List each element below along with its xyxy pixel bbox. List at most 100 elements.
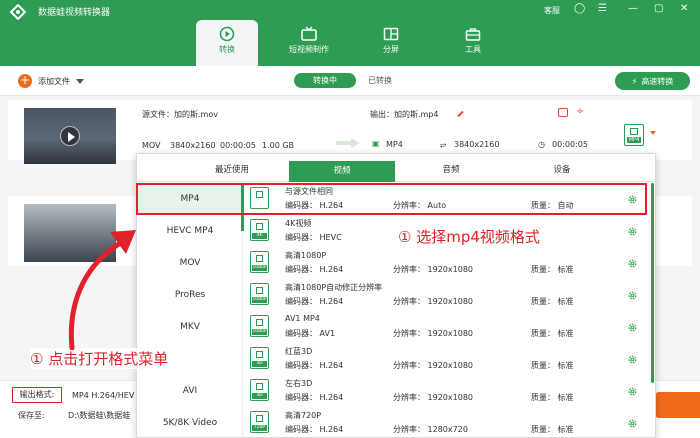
tab-video[interactable]: 视频 — [289, 161, 395, 182]
preset-name: 4K视频 — [285, 219, 312, 228]
edit-icon[interactable] — [457, 110, 464, 118]
output-format: MP4 — [386, 140, 403, 149]
preset-codec: 编码器： H.264 — [285, 265, 344, 274]
user-icon[interactable]: ◯ — [574, 3, 585, 14]
cut-icon[interactable]: ÷ — [576, 106, 584, 117]
output-resolution: 3840x2160 — [454, 140, 500, 149]
preset-name: 高清1080P — [285, 251, 327, 260]
gear-icon[interactable] — [627, 354, 638, 365]
tab-short-video[interactable]: 短视频制作 — [278, 20, 340, 66]
gear-icon[interactable] — [627, 322, 638, 333]
gear-icon[interactable] — [627, 418, 638, 429]
preset-resolution: 分辨率： 1920x1080 — [393, 361, 473, 370]
tab-recent[interactable]: 最近使用 — [177, 154, 287, 182]
preset-row[interactable]: 3D 红蓝3D 编码器： H.264 分辨率： 1920x1080 质量： 标准 — [247, 343, 651, 375]
save-to-label: 保存至: — [18, 411, 45, 420]
preset-format-icon: 3D — [250, 347, 269, 369]
preset-row[interactable]: 1080P 高清1080P自动修正分辨率 编码器： H.264 分辨率： 1920x1… — [247, 279, 651, 311]
tab-split-screen-label: 分屏 — [383, 45, 399, 54]
preset-codec: 编码器： H.264 — [285, 361, 344, 370]
preset-badge: 1080P — [252, 329, 267, 335]
lightning-icon: ⚡ — [631, 76, 638, 86]
video-thumbnail[interactable] — [24, 108, 116, 164]
preset-badge: 1080P — [252, 297, 267, 303]
annotation-arrow — [68, 230, 136, 350]
format-dropdown-icon[interactable] — [650, 131, 656, 135]
add-file-button[interactable]: + 添加文件 — [18, 74, 84, 88]
tab-split-screen[interactable]: 分屏 — [360, 20, 422, 66]
output-duration: 00:00:05 — [552, 140, 588, 149]
preset-scrollbar[interactable] — [651, 183, 654, 383]
tv-icon — [301, 26, 317, 41]
close-icon[interactable]: ✕ — [680, 3, 688, 14]
output-format-select[interactable]: MP4 H.264/HEV — [72, 391, 134, 400]
tab-tools[interactable]: 工具 — [442, 20, 504, 66]
tab-convert-label: 转换 — [219, 45, 235, 54]
toolbox-icon — [465, 28, 481, 41]
preset-resolution: 分辨率： 1920x1080 — [393, 393, 473, 402]
app-title: 数据蛙视频转换器 — [38, 8, 111, 18]
highlight-box — [136, 183, 647, 215]
source-resolution: 3840x2160 — [170, 141, 216, 150]
output-format-icon[interactable]: MP4 — [624, 124, 644, 146]
tab-converted[interactable]: 已转换 — [358, 73, 402, 88]
preset-format-icon: 1080P — [250, 283, 269, 305]
tab-tools-label: 工具 — [465, 45, 481, 54]
menu-icon[interactable]: ☰ — [598, 3, 607, 14]
preset-quality: 质量： 标准 — [531, 361, 574, 370]
format-item-mov[interactable]: MOV — [137, 247, 243, 279]
gear-icon[interactable] — [627, 226, 638, 237]
preset-quality: 质量： 标准 — [531, 329, 574, 338]
preset-row[interactable]: 1080P AV1 MP4 编码器： AV1 分辨率： 1920x1080 质量： 标准 — [247, 311, 651, 343]
category-tabs: 最近使用 视频 音频 设备 — [137, 154, 655, 182]
chevron-down-icon[interactable] — [76, 78, 84, 84]
preset-row[interactable]: 1080P 高清1080P 编码器： H.264 分辨率： 1920x1080 质量： … — [247, 247, 651, 279]
title-bar: 数据蛙视频转换器 客服 ◯ ☰ — ▢ ✕ 转换 短视频制作 分屏 工具 — [0, 0, 700, 66]
minimize-icon[interactable]: — — [628, 3, 638, 14]
annotation-open-menu: ① 点击打开格式菜单 — [30, 348, 169, 369]
tab-convert[interactable]: 转换 — [196, 20, 258, 66]
save-path-field[interactable]: D:\数据蛙\数据蛙 — [68, 410, 130, 421]
tab-device[interactable]: 设备 — [507, 154, 617, 182]
preset-format-icon: 720P — [250, 411, 269, 433]
source-format: MOV — [142, 141, 161, 150]
preset-codec: 编码器： HEVC — [285, 233, 342, 242]
preset-quality: 质量： 标准 — [531, 265, 574, 274]
preset-format-icon: 4K — [250, 219, 269, 241]
preset-badge: 1080P — [252, 265, 267, 271]
maximize-icon[interactable]: ▢ — [654, 3, 663, 14]
gear-icon[interactable] — [627, 258, 638, 269]
format-item-avi[interactable]: AVI — [137, 375, 243, 407]
gear-icon[interactable] — [627, 386, 638, 397]
support-link[interactable]: 客服 — [544, 5, 560, 16]
fast-convert-button[interactable]: ⚡ 高速转换 — [615, 72, 690, 90]
preset-codec: 编码器： H.264 — [285, 393, 344, 402]
preset-row[interactable]: 3D 左右3D 编码器： H.264 分辨率： 1920x1080 质量： 标准 — [247, 375, 651, 407]
source-size: 1.00 GB — [262, 141, 295, 150]
preset-format-icon: 1080P — [250, 315, 269, 337]
preset-badge: 3D — [252, 361, 267, 367]
info-icon[interactable] — [558, 108, 568, 117]
preset-quality: 质量： 标准 — [531, 425, 574, 434]
fast-convert-label: 高速转换 — [641, 76, 674, 86]
convert-all-button[interactable] — [655, 392, 700, 418]
tab-converting[interactable]: 转换中 — [294, 73, 356, 88]
format-item-prores[interactable]: ProRes — [137, 279, 243, 311]
format-item-mkv[interactable]: MKV — [137, 311, 243, 343]
gear-icon[interactable] — [627, 290, 638, 301]
format-list: MP4 HEVC MP4 MOV ProRes MKV AVI 5K/8K Vi… — [137, 183, 243, 437]
add-file-label: 添加文件 — [38, 76, 70, 86]
output-format-label: 输出格式: — [12, 387, 62, 403]
resize-icon: ⥂ — [440, 140, 447, 149]
source-duration: 00:00:05 — [220, 141, 256, 150]
format-item-5k8k[interactable]: 5K/8K Video — [137, 407, 243, 437]
preset-row[interactable]: 720P 高清720P 编码器： H.264 分辨率： 1280x720 质量： 标准 — [247, 407, 651, 437]
preset-name: AV1 MP4 — [285, 314, 320, 323]
preset-resolution: 分辨率： 1920x1080 — [393, 297, 473, 306]
preset-name: 红蓝3D — [285, 347, 313, 356]
preset-quality: 质量： 标准 — [531, 393, 574, 402]
play-icon[interactable] — [60, 126, 80, 146]
tab-audio[interactable]: 音频 — [399, 154, 503, 182]
format-item-hevc-mp4[interactable]: HEVC MP4 — [137, 215, 243, 247]
preset-format-icon: 3D — [250, 379, 269, 401]
